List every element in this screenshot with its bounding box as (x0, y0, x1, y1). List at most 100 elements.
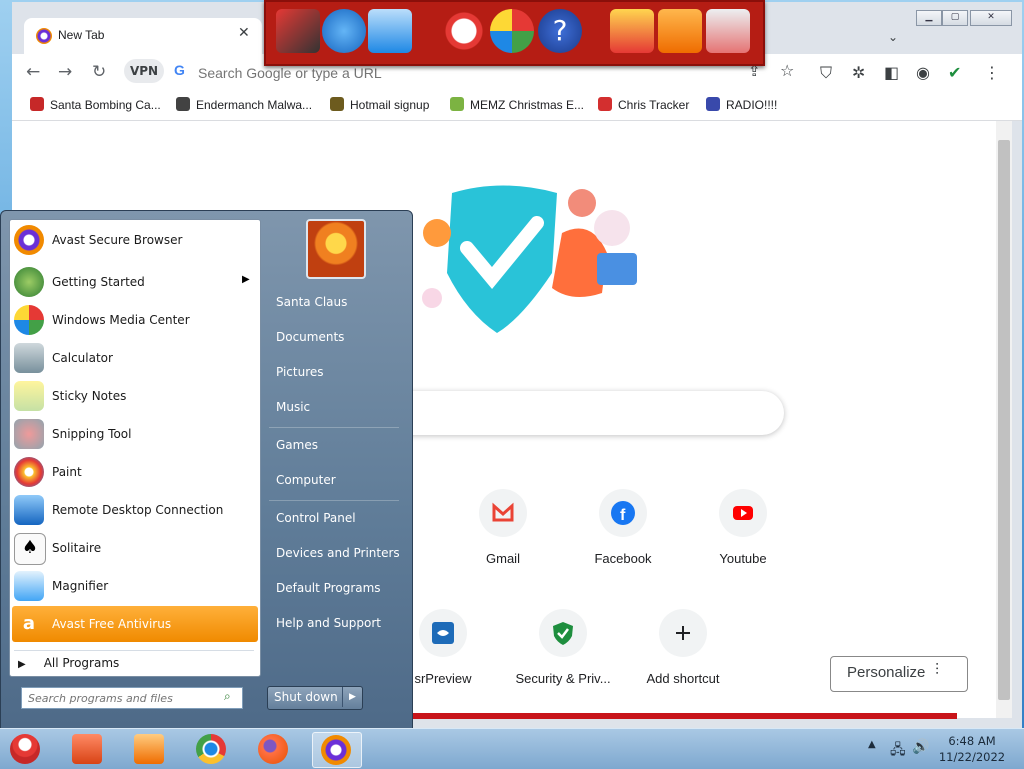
taskbar-chrome[interactable] (188, 732, 236, 766)
submenu-arrow-icon: ▶ (242, 274, 250, 285)
program-magnifier[interactable]: Magnifier (12, 568, 258, 604)
minimize-button[interactable]: ▁ (916, 10, 942, 26)
start-button[interactable] (2, 732, 50, 766)
program-solitaire[interactable]: ♠ Solitaire (12, 530, 258, 566)
start-link-computer[interactable]: Computer (276, 473, 336, 487)
system-clock[interactable]: 6:48 AM 11/22/2022 (932, 733, 1012, 765)
network-globe-icon[interactable] (322, 9, 366, 53)
start-link-music[interactable]: Music (276, 400, 310, 414)
start-link-devices-printers[interactable]: Devices and Printers (276, 546, 400, 560)
extensions-icon[interactable]: ✲ (852, 63, 865, 82)
taskbar-avast-browser[interactable] (312, 732, 362, 768)
folder-icon[interactable] (658, 9, 702, 53)
taskbar-media-player[interactable] (126, 732, 174, 766)
desktop-gadget-bar: ? (264, 0, 765, 66)
shortcut-facebook[interactable]: f Facebook (567, 489, 679, 566)
svg-text:f: f (620, 507, 626, 524)
taskbar-explorer[interactable] (64, 732, 112, 766)
shortcut-label: Add shortcut (646, 671, 720, 686)
side-panel-icon[interactable]: ◧ (884, 63, 899, 82)
windows-security-icon[interactable] (490, 9, 534, 53)
vpn-button[interactable]: VPN (124, 59, 164, 83)
bookmark-santa-bombing[interactable]: Santa Bombing Ca... (30, 97, 161, 112)
program-remote-desktop[interactable]: Remote Desktop Connection (12, 492, 258, 528)
bookmark-memz[interactable]: MEMZ Christmas E... (450, 97, 584, 112)
start-link-santa-claus[interactable]: Santa Claus (276, 295, 347, 309)
personalize-button[interactable]: Personalize ⫶ (830, 656, 968, 692)
shutdown-options-arrow-icon[interactable]: ▶ (342, 687, 362, 707)
divider (14, 650, 254, 651)
start-link-documents[interactable]: Documents (276, 330, 344, 344)
privacy-icon[interactable]: ⛉ (820, 63, 832, 83)
windows-icon[interactable] (368, 9, 412, 53)
forward-icon[interactable]: → (58, 62, 72, 82)
shortcut-security-privacy[interactable]: Security & Priv... (507, 609, 619, 686)
avast-antivirus-icon: a (22, 613, 36, 634)
shortcut-add[interactable]: Add shortcut (627, 609, 739, 686)
divider (269, 500, 399, 501)
star-icon (598, 97, 612, 111)
bookmark-endermanch[interactable]: Endermanch Malwa... (176, 97, 312, 112)
facebook-icon: f (611, 501, 635, 525)
shortcut-gmail[interactable]: Gmail (447, 489, 559, 566)
ntp-search-box[interactable] (352, 391, 784, 435)
tab-title: New Tab (58, 28, 105, 42)
start-search-box[interactable]: ⌕ (21, 687, 243, 709)
search-icon[interactable]: ⌕ (224, 689, 231, 704)
computer-santa-gadget-icon[interactable] (276, 9, 320, 53)
start-link-games[interactable]: Games (276, 438, 318, 452)
program-avast-secure-browser[interactable]: Avast Secure Browser (12, 222, 258, 258)
start-link-help-support[interactable]: Help and Support (276, 616, 381, 630)
volume-icon[interactable]: 🔊 (912, 739, 929, 755)
shutdown-button[interactable]: Shut down ▶ (267, 686, 363, 710)
show-hidden-icons-icon[interactable]: ▲ (868, 739, 876, 750)
bookmark-star-icon[interactable]: ☆ (780, 61, 794, 80)
tab-close-icon[interactable]: ✕ (238, 25, 250, 41)
bookmark-hotmail[interactable]: Hotmail signup (330, 97, 429, 112)
menu-icon[interactable]: ⋮ (984, 63, 1000, 82)
start-link-default-programs[interactable]: Default Programs (276, 581, 381, 595)
youtube-icon (733, 506, 753, 520)
scrollbar-thumb[interactable] (998, 140, 1010, 700)
program-getting-started[interactable]: Getting Started ▶ (12, 264, 258, 300)
start-orb-santa-icon (10, 734, 40, 764)
tab-new-tab[interactable]: New Tab ✕ (24, 18, 262, 54)
avast-browser-icon (14, 225, 44, 255)
maximize-button[interactable]: ▢ (942, 10, 968, 26)
snowman-icon[interactable] (442, 9, 486, 53)
program-sticky-notes[interactable]: Sticky Notes (12, 378, 258, 414)
shortcut-youtube[interactable]: Youtube (687, 489, 799, 566)
network-icon[interactable]: 🖧 (890, 739, 906, 763)
program-avast-free-antivirus[interactable]: a Avast Free Antivirus (12, 606, 258, 642)
recycle-bin-icon[interactable] (706, 9, 750, 53)
skull-icon (176, 97, 190, 111)
media-center-icon (14, 305, 44, 335)
profile-icon[interactable]: ◉ (916, 63, 930, 82)
program-windows-media-center[interactable]: Windows Media Center (12, 302, 258, 338)
reload-icon[interactable]: ↻ (92, 62, 106, 82)
back-icon[interactable]: ← (26, 62, 40, 82)
all-programs-button[interactable]: ▶ All Programs (18, 656, 119, 670)
start-search-input[interactable] (26, 689, 220, 707)
magnifier-icon (14, 571, 44, 601)
start-link-control-panel[interactable]: Control Panel (276, 511, 356, 525)
gift-icon[interactable] (610, 9, 654, 53)
avast-browser-favicon-icon (36, 28, 52, 44)
chrome-icon (196, 734, 226, 764)
sliders-icon: ⫶ (935, 662, 940, 679)
bookmark-radio[interactable]: RADIO!!!! (706, 97, 777, 112)
user-avatar[interactable] (306, 219, 366, 279)
program-paint[interactable]: Paint (12, 454, 258, 490)
close-window-button[interactable]: ✕ (970, 10, 1012, 26)
program-calculator[interactable]: Calculator (12, 340, 258, 376)
program-snipping-tool[interactable]: Snipping Tool (12, 416, 258, 452)
santa-icon (30, 97, 44, 111)
start-link-pictures[interactable]: Pictures (276, 365, 324, 379)
radio-icon (706, 97, 720, 111)
tab-search-chevron-icon[interactable]: ⌄ (888, 30, 898, 44)
solitaire-icon: ♠ (14, 533, 46, 565)
help-icon[interactable]: ? (538, 9, 582, 53)
bookmark-chris-tracker[interactable]: Chris Tracker (598, 97, 689, 112)
taskbar-firefox[interactable] (250, 732, 298, 766)
avast-shield-icon[interactable]: ✔ (948, 63, 961, 82)
